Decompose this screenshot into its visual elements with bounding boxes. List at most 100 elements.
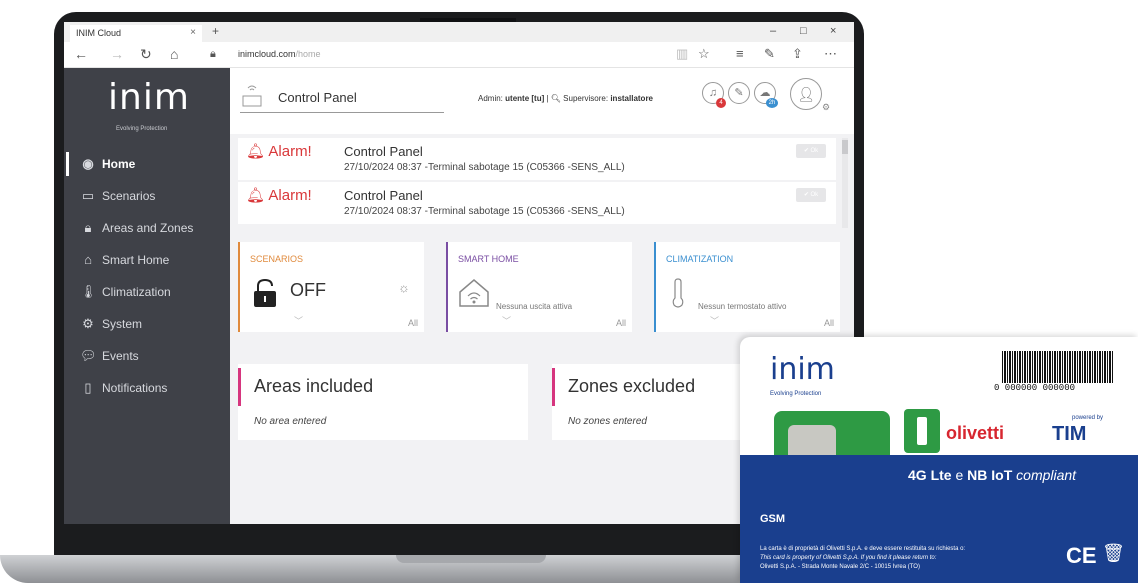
back-icon[interactable]: ← (74, 46, 88, 62)
compliance-nbiot: NB IoT (967, 467, 1013, 483)
barcode-number: 0 000000 000000 (994, 383, 1076, 393)
sidebar-item-events[interactable]: 💬︎ Events (64, 340, 230, 372)
phone-icon: ▯ (84, 380, 92, 395)
alarm-description: 27/10/2024 08:37 -Terminal sabotage 15 (… (344, 162, 625, 173)
more-icon[interactable]: ⋯ (824, 46, 837, 62)
panel-message: No area entered (254, 416, 327, 427)
sidebar-item-areas-and-zones[interactable]: 🔒︎ Areas and Zones (64, 212, 230, 244)
tim-powered-by: powered by (1072, 415, 1104, 421)
logo-tagline: Evolving Protection (116, 126, 168, 132)
sidebar-item-label: Smart Home (102, 253, 170, 267)
card-message: Nessuna uscita attiva (496, 302, 573, 311)
tim-wordmark: TIM (1052, 423, 1087, 445)
chevron-down-icon[interactable]: ﹀ (502, 314, 511, 327)
sidebar-item-scenarios[interactable]: ▭ Scenarios (64, 180, 230, 212)
sim-compliance-text: 4G Lte e NB IoT compliant (908, 467, 1076, 483)
sidebar-item-notifications[interactable]: ▯ Notifications (64, 372, 230, 404)
weee-bin-icon: 🗑︎ (1102, 543, 1125, 563)
alarm-ok-button[interactable]: ✔ Ok (796, 188, 826, 202)
alarm-row[interactable]: 🔔︎ Alarm! Control Panel 27/10/2024 08:37… (238, 182, 836, 224)
card-title: SCENARIOS (250, 254, 304, 264)
favorite-star-icon[interactable]: ☆ (698, 46, 710, 62)
legal-line: Olivetti S.p.A. - Strada Monte Navale 2/… (760, 564, 920, 570)
card-title: SMART HOME (458, 254, 519, 264)
climatization-card[interactable]: CLIMATIZATION Nessun termostato attivo ﹀… (654, 242, 840, 332)
user-avatar-icon[interactable]: 👤︎ (790, 78, 822, 110)
card-all-link[interactable]: All (408, 318, 418, 328)
tab-title: INIM Cloud (76, 28, 122, 38)
alarm-text: Alarm! (268, 143, 312, 160)
supervisor-icon: 🔍︎ (550, 94, 561, 103)
minimize-icon[interactable]: – (770, 25, 776, 37)
user-settings-icon[interactable]: ⚙ (822, 102, 830, 113)
wrench-icon[interactable]: ✎ (728, 82, 750, 104)
sidebar-nav: ◉ Home ▭ Scenarios 🔒︎ Areas and Zones ⌂ Smar… (64, 148, 230, 404)
card-message: Nessun termostato attivo (698, 302, 787, 311)
notes-icon[interactable]: ✎ (764, 46, 775, 62)
alarm-label: 🔔︎ Alarm! (246, 142, 312, 160)
chevron-down-icon[interactable]: ﹀ (294, 314, 303, 327)
chat-icon: 💬︎ (80, 348, 97, 363)
card-title: CLIMATIZATION (666, 254, 734, 264)
compliance-and: e (951, 467, 968, 483)
new-tab-icon[interactable]: + (212, 24, 219, 38)
sidebar-item-smart-home[interactable]: ⌂ Smart Home (64, 244, 230, 276)
lock-icon: 🔒︎ (84, 220, 92, 235)
share-icon[interactable]: ⇪ (792, 46, 803, 62)
home-icon[interactable]: ⌂ (170, 46, 178, 62)
sim-inim-logo: inim (770, 352, 835, 387)
page-title: Control Panel (278, 90, 357, 105)
legal-line: La carta è di proprietà di Olivetti S.p.… (760, 546, 966, 552)
url-host: inimcloud.com (238, 49, 296, 59)
chevron-down-icon[interactable]: ﹀ (710, 314, 719, 327)
hub-icon[interactable]: ≡ (736, 46, 744, 61)
reading-view-icon[interactable]: ▥ (676, 46, 688, 62)
refresh-icon[interactable]: ↻ (140, 46, 152, 63)
sidebar-item-climatization[interactable]: 🌡︎ Climatization (64, 276, 230, 308)
laptop-opening-notch (396, 555, 546, 563)
olivetti-logo-icon (904, 409, 940, 453)
card-all-link[interactable]: All (824, 318, 834, 328)
sidebar-item-home[interactable]: ◉ Home (64, 148, 230, 180)
admin-label: Admin: (478, 94, 503, 103)
alarm-scrollbar-thumb[interactable] (842, 140, 848, 154)
alarm-badge: 4 (716, 98, 726, 108)
supervisor-label: Supervisore: (563, 94, 609, 103)
scenarios-card[interactable]: SCENARIOS OFF ☼ ﹀ All (238, 242, 424, 332)
sim-legal-text: La carta è di proprietà di Olivetti S.p.… (760, 545, 1060, 572)
alarm-title: Control Panel (344, 188, 423, 203)
smart-home-icon: ⌂ (84, 252, 92, 267)
compliance-4g: 4G Lte (908, 467, 952, 483)
supervisor-value: installatore (610, 94, 654, 103)
tab-close-icon[interactable]: × (190, 27, 196, 38)
sidebar-item-label: System (102, 317, 143, 331)
browser-tab[interactable]: INIM Cloud × (70, 25, 202, 42)
topbar: Control Panel Admin: utente [tu] | 🔍︎ Su… (230, 68, 854, 134)
control-panel-icon (242, 85, 262, 107)
user-info: Admin: utente [tu] | 🔍︎ Supervisore: ins… (478, 94, 654, 103)
alarm-ok-button[interactable]: ✔ Ok (796, 144, 826, 158)
sidebar-item-label: Scenarios (102, 189, 156, 203)
url-field[interactable]: inimcloud.com/home (238, 49, 321, 59)
window-close-icon[interactable]: × (830, 25, 836, 37)
panel-title: Areas included (254, 376, 374, 396)
browser-tabbar: INIM Cloud × + – □ × (64, 22, 854, 42)
thermometer-icon (672, 278, 684, 308)
forward-icon[interactable]: → (110, 46, 124, 62)
legal-line: This card is property of Olivetti S.p.A.… (760, 555, 937, 561)
sidebar-item-label: Climatization (102, 285, 171, 299)
alarm-text: Alarm! (268, 187, 312, 204)
bell-icon: 🔔︎ (246, 187, 266, 204)
sidebar-item-system[interactable]: ⚙ System (64, 308, 230, 340)
laptop-screen: INIM Cloud × + – □ × ← → ↻ ⌂ 🔒︎ inimclou… (64, 22, 854, 524)
sidebar-item-label: Events (102, 349, 139, 363)
panel-title: Zones excluded (568, 376, 696, 396)
maximize-icon[interactable]: □ (800, 25, 807, 37)
card-all-link[interactable]: All (616, 318, 626, 328)
scenarios-icon: ▭ (81, 188, 95, 203)
alarm-row[interactable]: 🔔︎ Alarm! Control Panel 27/10/2024 08:37… (238, 138, 836, 180)
bell-icon: 🔔︎ (246, 143, 266, 160)
alarm-label: 🔔︎ Alarm! (246, 186, 312, 204)
barcode (1002, 351, 1114, 383)
smart-home-card[interactable]: SMART HOME Nessuna uscita attiva ﹀ All (446, 242, 632, 332)
